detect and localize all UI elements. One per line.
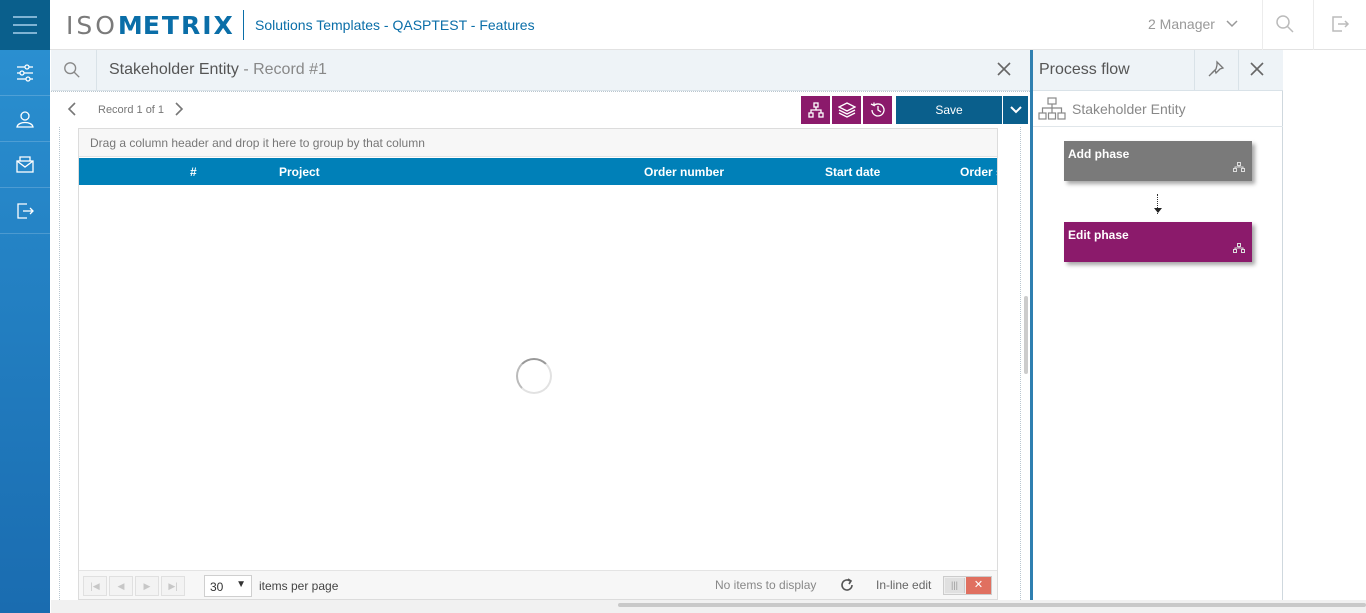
save-options-button[interactable]	[1003, 96, 1028, 124]
chevron-down-icon	[1226, 20, 1238, 28]
record-panel: Stakeholder Entity - Record #1 Record 1 …	[51, 50, 1030, 600]
caret-down-icon: ▼	[236, 579, 246, 590]
logout-icon	[17, 202, 34, 219]
inline-edit-toggle[interactable]: ||| ✕	[943, 576, 992, 595]
left-sidebar	[0, 50, 50, 613]
sidebar-item-logout[interactable]	[0, 188, 50, 234]
refresh-icon[interactable]	[839, 577, 855, 598]
history-button[interactable]	[863, 96, 892, 124]
sidebar-item-filters[interactable]	[0, 50, 50, 96]
divider	[1194, 50, 1195, 91]
hierarchy-icon	[1233, 242, 1245, 256]
data-grid: Drag a column header and drop it here to…	[78, 128, 998, 600]
record-subtitle: - Record #1	[243, 61, 327, 78]
layers-button[interactable]	[832, 96, 861, 124]
layers-icon	[837, 102, 856, 118]
app-title[interactable]: Solutions Templates - QASPTEST - Feature…	[255, 17, 535, 33]
hierarchy-icon	[807, 102, 824, 118]
divider	[1262, 0, 1263, 50]
top-bar: ISO M ETRIX Solutions Templates - QASPTEST…	[0, 0, 1366, 50]
page-size-select[interactable]: 30 ▼	[204, 575, 252, 597]
user-icon	[16, 110, 34, 128]
isometrix-logo[interactable]: ISO M ETRIX	[66, 11, 235, 40]
sidebar-item-user[interactable]	[0, 96, 50, 142]
record-toolbar: Record 1 of 1 Save	[51, 94, 1030, 127]
divider	[96, 50, 97, 91]
column-header-project[interactable]: Project	[279, 165, 320, 179]
divider	[1313, 0, 1314, 50]
hierarchy-icon	[1038, 97, 1066, 126]
record-count: Record 1 of 1	[98, 104, 165, 116]
close-icon[interactable]	[997, 58, 1011, 80]
process-flow-header: Process flow	[1033, 50, 1283, 91]
sliders-icon	[17, 63, 33, 82]
panel-resize-handle[interactable]	[1024, 296, 1028, 374]
no-items-label: No items to display	[715, 578, 817, 592]
mail-icon	[16, 155, 34, 173]
user-menu[interactable]: 2 Manager	[1148, 16, 1239, 32]
previous-page-icon[interactable]: ◀	[109, 576, 133, 596]
search-icon[interactable]	[63, 61, 81, 84]
toggle-off-icon: ✕	[966, 577, 991, 594]
previous-record-icon[interactable]	[67, 102, 77, 121]
logo-divider	[243, 10, 244, 40]
save-button[interactable]: Save	[896, 96, 1002, 124]
group-drop-area[interactable]: Drag a column header and drop it here to…	[79, 129, 997, 157]
close-icon[interactable]	[1250, 58, 1264, 80]
record-header: Stakeholder Entity - Record #1	[51, 50, 1030, 91]
phase-label: Add phase	[1068, 147, 1130, 161]
chevron-down-icon	[1009, 106, 1022, 114]
grid-pager: |◀ ◀ ▶ ▶| 30 ▼ items per page No items to…	[79, 570, 997, 599]
history-icon	[870, 102, 885, 117]
column-header-order-status[interactable]: Order s	[960, 165, 997, 179]
phase-edit[interactable]: Edit phase	[1064, 222, 1252, 262]
loading-spinner	[516, 358, 552, 394]
grid-header: # Project Order number Start date Order …	[79, 158, 997, 185]
pin-icon[interactable]	[1207, 60, 1225, 83]
record-title: Stakeholder Entity - Record #1	[109, 61, 327, 78]
process-flow-panel: Process flow Stakeholder Entity Add phas…	[1033, 50, 1283, 600]
horizontal-scrollbar[interactable]	[618, 603, 1366, 607]
toggle-handle: |||	[945, 578, 965, 593]
phase-label: Edit phase	[1068, 228, 1129, 242]
divider	[1238, 50, 1239, 91]
entity-label: Stakeholder Entity	[1072, 101, 1186, 117]
search-icon[interactable]	[1274, 14, 1296, 36]
divider	[51, 91, 1030, 92]
user-name: 2 Manager	[1148, 16, 1215, 32]
phase-add[interactable]: Add phase	[1064, 141, 1252, 181]
last-page-icon[interactable]: ▶|	[161, 576, 185, 596]
sidebar-item-mail[interactable]	[0, 142, 50, 188]
next-record-icon[interactable]	[174, 102, 184, 121]
logout-icon[interactable]	[1329, 14, 1351, 36]
process-flow-title: Process flow	[1039, 61, 1130, 78]
column-header-order-number[interactable]: Order number	[644, 165, 724, 179]
next-page-icon[interactable]: ▶	[135, 576, 159, 596]
column-header-number[interactable]: #	[190, 165, 197, 179]
arrow-down-icon	[1154, 208, 1162, 213]
hamburger-menu-icon[interactable]	[0, 0, 50, 50]
first-page-icon[interactable]: |◀	[83, 576, 107, 596]
column-header-start-date[interactable]: Start date	[825, 165, 880, 179]
inline-edit-label: In-line edit	[876, 578, 932, 592]
items-per-page-label: items per page	[259, 579, 339, 593]
hierarchy-icon	[1233, 161, 1245, 175]
process-flow-entity[interactable]: Stakeholder Entity	[1033, 91, 1283, 127]
hierarchy-button[interactable]	[801, 96, 830, 124]
